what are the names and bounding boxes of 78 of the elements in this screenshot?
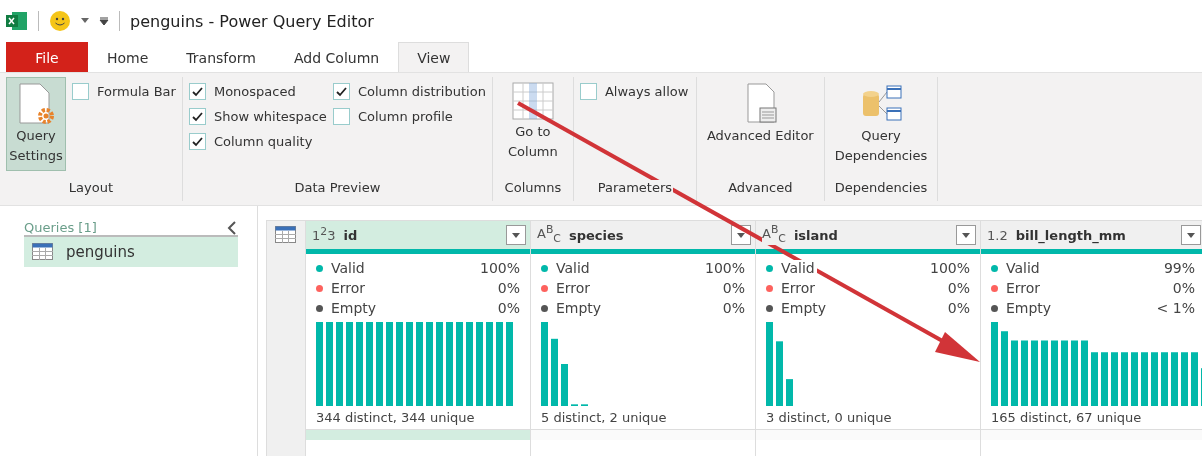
stat-value: < 1%	[1156, 300, 1195, 316]
column-header[interactable]: A$^{B}$$_{C}$ island	[756, 221, 980, 249]
stat-value: 0%	[1172, 280, 1195, 296]
checkbox-label: Formula Bar	[97, 84, 176, 99]
ribbon-tab[interactable]: Add Column	[275, 42, 399, 72]
checkbox-label: Column distribution	[357, 84, 486, 99]
stat-value: 99%	[1163, 260, 1195, 276]
stat-label: Valid	[781, 260, 817, 276]
queries-heading: Queries [1]	[24, 220, 97, 235]
checkbox-label: Column profile	[357, 109, 453, 124]
group-label: Dependencies	[833, 180, 929, 197]
checkbox[interactable]	[188, 83, 206, 100]
group-label: Advanced	[727, 180, 794, 197]
query-dependencies-button[interactable]: Query Dependencies	[830, 77, 932, 171]
distribution-summary: 5 distinct, 2 unique	[541, 410, 668, 425]
customize-toolbar-icon[interactable]	[99, 16, 109, 26]
table-icon	[32, 243, 54, 261]
checkbox[interactable]	[188, 133, 206, 150]
query-settings-button[interactable]: Query Settings	[6, 77, 66, 171]
checkbox-label: Monospaced	[213, 84, 296, 99]
stat-label: Empty	[331, 300, 379, 316]
stat-label: Valid	[1006, 260, 1042, 276]
collapse-icon[interactable]	[227, 220, 237, 235]
column-header[interactable]: A$^{B}$$_{C}$ species	[531, 221, 755, 249]
dropdown-icon[interactable]	[506, 225, 526, 245]
checkbox[interactable]	[72, 83, 89, 100]
dropdown-icon[interactable]	[956, 225, 976, 245]
smiley-icon[interactable]	[49, 10, 71, 32]
group-label: Columns	[503, 180, 563, 197]
stat-label: Empty	[556, 300, 604, 316]
stat-label: Error	[1006, 280, 1043, 296]
column-header[interactable]: 1$^{2}$3 id	[306, 221, 530, 249]
query-item[interactable]: penguins	[24, 235, 238, 267]
stat-label: Valid	[556, 260, 592, 276]
excel-logo-icon	[6, 11, 28, 31]
go-to-column-button[interactable]: Go to Column	[498, 77, 567, 167]
advanced-editor-button[interactable]: Advanced Editor	[702, 77, 818, 151]
checkbox-label: Always allow	[604, 84, 689, 99]
checkbox[interactable]	[332, 108, 350, 125]
group-label: Data Preview	[293, 180, 382, 197]
group-label: Parameters	[596, 180, 674, 195]
ribbon-tab[interactable]: View	[398, 42, 470, 72]
checkbox-label: Column quality	[213, 134, 313, 149]
column-header[interactable]: 1.2 bill_length_mm	[981, 221, 1202, 249]
distribution-summary: 165 distinct, 67 unique	[991, 410, 1143, 425]
stat-value: 0%	[947, 300, 970, 316]
stat-label: Empty	[1006, 300, 1054, 316]
stat-value: 0%	[722, 280, 745, 296]
caret-icon[interactable]	[81, 18, 89, 24]
group-label: Layout	[67, 180, 115, 197]
checkbox-label: Show whitespace	[213, 109, 327, 124]
stat-label: Valid	[331, 260, 367, 276]
stat-label: Error	[781, 280, 818, 296]
ribbon-tab[interactable]: Transform	[167, 42, 275, 72]
stat-value: 100%	[929, 260, 970, 276]
stat-value: 100%	[704, 260, 745, 276]
window-title: penguins - Power Query Editor	[130, 11, 374, 31]
data-type-label: 1.2	[987, 228, 1008, 242]
file-tab[interactable]: File	[6, 42, 88, 72]
dropdown-icon[interactable]	[1181, 225, 1201, 245]
distribution-summary: 344 distinct, 344 unique	[316, 410, 476, 425]
data-type-label: 1$^{2}$3	[312, 227, 336, 243]
ribbon-tab[interactable]: Home	[88, 42, 168, 72]
checkbox[interactable]	[332, 83, 350, 100]
stat-label: Empty	[781, 300, 829, 316]
settings-document-icon	[16, 82, 56, 126]
checkbox[interactable]	[188, 108, 206, 125]
stat-label: Error	[331, 280, 368, 296]
table-menu-icon	[275, 226, 297, 244]
stat-value: 100%	[479, 260, 520, 276]
stat-value: 0%	[722, 300, 745, 316]
checkbox[interactable]	[579, 83, 597, 100]
stat-value: 0%	[497, 280, 520, 296]
stat-value: 0%	[947, 280, 970, 296]
distribution-summary: 3 distinct, 0 unique	[766, 410, 893, 425]
stat-label: Error	[556, 280, 593, 296]
stat-value: 0%	[497, 300, 520, 316]
grid-icon	[511, 82, 554, 122]
